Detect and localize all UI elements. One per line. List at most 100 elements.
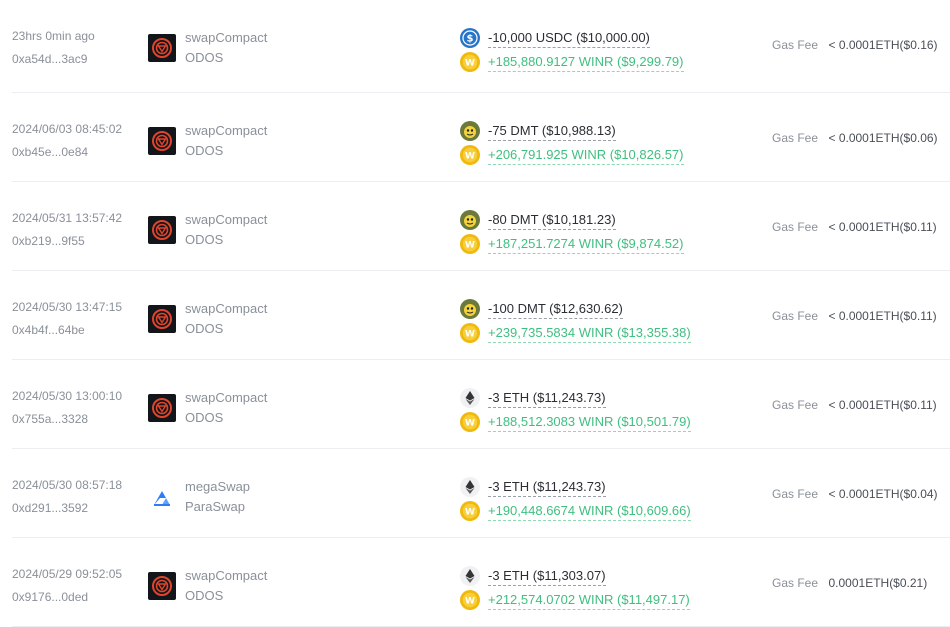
time-column: 2024/05/30 13:47:15 0x4b4f...64be [12, 299, 142, 338]
amount-out-line: $ -10,000 USDC ($10,000.00) [460, 28, 780, 48]
odos-icon [148, 394, 176, 422]
gas-fee: Gas Fee 0.0001ETH($0.21) [772, 574, 950, 592]
gas-fee-value: < 0.0001ETH($0.11) [828, 309, 937, 323]
amount-in[interactable]: +190,448.6674 WINR ($10,609.66) [488, 502, 691, 521]
gas-fee-label: Gas Fee [772, 576, 819, 590]
amount-in-line: W +185,880.9127 WINR ($9,299.79) [460, 52, 780, 72]
gas-fee: Gas Fee < 0.0001ETH($0.04) [772, 485, 950, 503]
odos-icon [148, 305, 176, 333]
transaction-time: 2024/05/29 09:52:05 [12, 567, 123, 581]
amount-out-line: -3 ETH ($11,303.07) [460, 566, 780, 586]
gas-fee-label: Gas Fee [772, 309, 819, 323]
transaction-row: 2024/05/30 13:47:15 0x4b4f...64be swapCo… [12, 271, 950, 360]
gas-fee-value: 0.0001ETH($0.21) [828, 576, 928, 590]
amount-out[interactable]: -80 DMT ($10,181.23) [488, 211, 616, 230]
svg-text:W: W [465, 241, 475, 251]
method-name: swapCompact [185, 568, 268, 583]
amount-in[interactable]: +187,251.7274 WINR ($9,874.52) [488, 235, 684, 254]
svg-text:W: W [465, 597, 475, 607]
amount-in-line: W +206,791.925 WINR ($10,826.57) [460, 145, 780, 165]
protocol-name: ODOS [185, 50, 224, 65]
amount-out-line: -100 DMT ($12,630.62) [460, 299, 780, 319]
amounts-column: -3 ETH ($11,243.73) W +188,512.3083 WINR… [460, 388, 780, 436]
transaction-hash-link[interactable]: 0x4b4f...64be [12, 322, 142, 338]
dmt-icon [460, 299, 480, 319]
eth-icon [460, 477, 480, 497]
usdc-icon: $ [460, 28, 480, 48]
method-name: megaSwap [185, 479, 251, 494]
amount-in-line: W +190,448.6674 WINR ($10,609.66) [460, 501, 780, 521]
dmt-icon [460, 210, 480, 230]
method-name: swapCompact [185, 212, 268, 227]
protocol-name: ODOS [185, 232, 224, 247]
odos-icon [148, 127, 176, 155]
dmt-icon [460, 121, 480, 141]
gas-fee-label: Gas Fee [772, 398, 819, 412]
time-column: 2024/05/31 13:57:42 0xb219...9f55 [12, 210, 142, 249]
gas-fee-label: Gas Fee [772, 220, 819, 234]
svg-text:W: W [465, 419, 475, 429]
transaction-hash-link[interactable]: 0x9176...0ded [12, 589, 142, 605]
gas-fee-label: Gas Fee [772, 131, 819, 145]
amounts-column: $ -10,000 USDC ($10,000.00) W +185,880.9… [460, 28, 780, 76]
transaction-time: 23hrs 0min ago [12, 29, 95, 43]
amount-in[interactable]: +212,574.0702 WINR ($11,497.17) [488, 591, 690, 610]
amount-out[interactable]: -3 ETH ($11,243.73) [488, 389, 606, 408]
winr-icon: W [460, 52, 480, 72]
time-column: 2024/05/30 08:57:18 0xd291...3592 [12, 477, 142, 516]
transaction-time: 2024/05/30 08:57:18 [12, 478, 123, 492]
odos-icon [148, 216, 176, 244]
amount-in-line: W +188,512.3083 WINR ($10,501.79) [460, 412, 780, 432]
winr-icon: W [460, 412, 480, 432]
gas-fee-value: < 0.0001ETH($0.16) [828, 38, 938, 52]
swap-transaction-list: 23hrs 0min ago 0xa54d...3ac9 swapCompact… [0, 0, 950, 627]
amount-out-line: -3 ETH ($11,243.73) [460, 388, 780, 408]
amounts-column: -80 DMT ($10,181.23) W +187,251.7274 WIN… [460, 210, 780, 258]
transaction-row: 23hrs 0min ago 0xa54d...3ac9 swapCompact… [12, 0, 950, 93]
amounts-column: -3 ETH ($11,243.73) W +190,448.6674 WINR… [460, 477, 780, 525]
amount-out[interactable]: -75 DMT ($10,988.13) [488, 122, 616, 141]
protocol-name: ODOS [185, 321, 224, 336]
amount-in[interactable]: +188,512.3083 WINR ($10,501.79) [488, 413, 691, 432]
protocol-name: ODOS [185, 143, 224, 158]
transaction-time: 2024/05/30 13:47:15 [12, 300, 123, 314]
gas-fee-value: < 0.0001ETH($0.06) [828, 131, 938, 145]
amount-in-line: W +239,735.5834 WINR ($13,355.38) [460, 323, 780, 343]
gas-fee: Gas Fee < 0.0001ETH($0.11) [772, 218, 950, 236]
gas-fee: Gas Fee < 0.0001ETH($0.11) [772, 396, 950, 414]
amount-out[interactable]: -3 ETH ($11,243.73) [488, 478, 606, 497]
winr-icon: W [460, 590, 480, 610]
amount-in[interactable]: +239,735.5834 WINR ($13,355.38) [488, 324, 691, 343]
transaction-hash-link[interactable]: 0xb219...9f55 [12, 233, 142, 249]
amount-out-line: -3 ETH ($11,243.73) [460, 477, 780, 497]
svg-text:$: $ [467, 34, 474, 45]
svg-text:W: W [465, 152, 475, 162]
gas-fee-value: < 0.0001ETH($0.04) [828, 487, 938, 501]
amount-out[interactable]: -3 ETH ($11,303.07) [488, 567, 606, 586]
protocol-name: ODOS [185, 410, 224, 425]
method-name: swapCompact [185, 30, 268, 45]
time-column: 2024/06/03 08:45:02 0xb45e...0e84 [12, 121, 142, 160]
amount-in-line: W +187,251.7274 WINR ($9,874.52) [460, 234, 780, 254]
eth-icon [460, 388, 480, 408]
transaction-row: 2024/05/30 08:57:18 0xd291...3592 megaSw… [12, 449, 950, 538]
transaction-hash-link[interactable]: 0x755a...3328 [12, 411, 142, 427]
transaction-time: 2024/05/30 13:00:10 [12, 389, 123, 403]
transaction-row: 2024/06/03 08:45:02 0xb45e...0e84 swapCo… [12, 93, 950, 182]
protocol-name: ODOS [185, 588, 224, 603]
transaction-row: 2024/05/30 13:00:10 0x755a...3328 swapCo… [12, 360, 950, 449]
amount-out-line: -75 DMT ($10,988.13) [460, 121, 780, 141]
transaction-time: 2024/05/31 13:57:42 [12, 211, 123, 225]
winr-icon: W [460, 145, 480, 165]
winr-icon: W [460, 323, 480, 343]
amount-in[interactable]: +206,791.925 WINR ($10,826.57) [488, 146, 684, 165]
time-column: 2024/05/30 13:00:10 0x755a...3328 [12, 388, 142, 427]
odos-icon [148, 572, 176, 600]
amount-in[interactable]: +185,880.9127 WINR ($9,299.79) [488, 53, 684, 72]
amount-out[interactable]: -100 DMT ($12,630.62) [488, 300, 623, 319]
transaction-hash-link[interactable]: 0xa54d...3ac9 [12, 51, 142, 67]
transaction-hash-link[interactable]: 0xb45e...0e84 [12, 144, 142, 160]
amount-out[interactable]: -10,000 USDC ($10,000.00) [488, 29, 650, 48]
transaction-hash-link[interactable]: 0xd291...3592 [12, 500, 142, 516]
svg-text:W: W [465, 330, 475, 340]
